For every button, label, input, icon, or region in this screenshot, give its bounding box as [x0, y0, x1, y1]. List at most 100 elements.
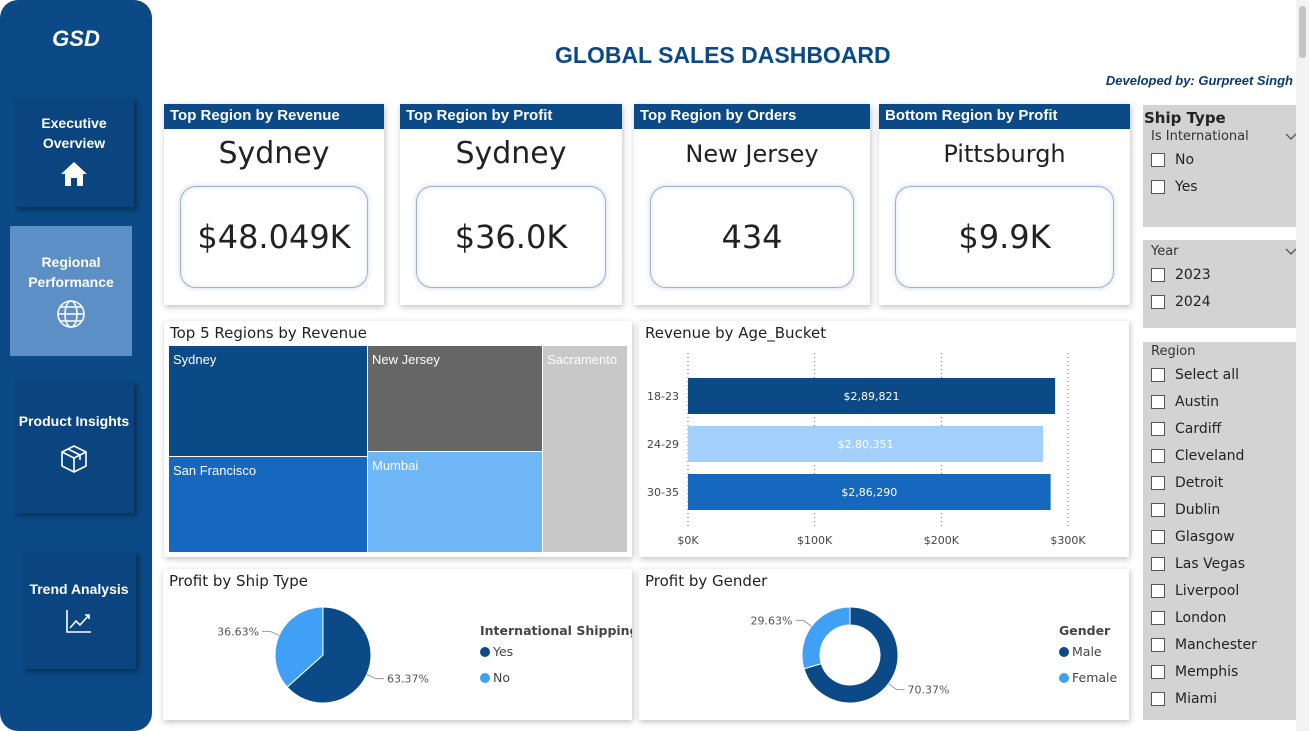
leader-line: [366, 674, 384, 680]
pie-chart: 63.37% 36.63% International Shipping Yes No: [217, 606, 632, 704]
kpi-card-bottom-profit: Bottom Region by Profit Pittsburgh $9.9K: [879, 104, 1130, 305]
page-scrollbar-track: [1296, 0, 1309, 731]
slicer-option-select-all[interactable]: Select all: [1143, 361, 1305, 388]
treemap-tile-label: Sydney: [173, 352, 217, 367]
slicer-option-2023[interactable]: 2023: [1143, 261, 1305, 288]
page-scrollbar-thumb[interactable]: [1299, 6, 1306, 58]
legend-title: Gender: [1059, 623, 1111, 638]
legend-marker: [1059, 647, 1069, 657]
dashboard-root: GSD Executive Overview Regional Performa…: [0, 0, 1309, 731]
kpi-value: 434: [650, 186, 854, 288]
slice-data-label: 29.63%: [751, 614, 793, 627]
bar-data-label: $2,80,351: [838, 438, 894, 451]
y-tick-label: 18-23: [647, 390, 679, 403]
checkbox[interactable]: [1151, 367, 1165, 382]
kpi-title: Bottom Region by Profit: [879, 104, 1130, 129]
slicer-field-header[interactable]: Year: [1143, 240, 1305, 261]
slice-female: [801, 606, 851, 670]
slicer-option-2024[interactable]: 2024: [1143, 288, 1305, 315]
kpi-card-top-revenue: Top Region by Revenue Sydney $48.049K: [164, 104, 384, 305]
nav-label: Executive: [41, 115, 107, 131]
slicer-option-las-vegas[interactable]: Las Vegas: [1143, 550, 1305, 577]
option-label: Austin: [1175, 393, 1219, 410]
nav-regional-performance[interactable]: Regional Performance: [10, 226, 132, 356]
slicer-option-london[interactable]: London: [1143, 604, 1305, 631]
checkbox[interactable]: [1151, 448, 1165, 463]
checkbox[interactable]: [1151, 664, 1165, 679]
nav-trend-analysis[interactable]: Trend Analysis: [22, 551, 136, 669]
x-tick-label: $200K: [924, 534, 960, 547]
treemap-title: Top 5 Regions by Revenue: [170, 324, 367, 342]
slicer-option-no[interactable]: No: [1143, 146, 1305, 173]
option-label: Manchester: [1175, 636, 1257, 653]
slicer-option-detroit[interactable]: Detroit: [1143, 469, 1305, 496]
kpi-region: New Jersey: [685, 140, 819, 168]
treemap-tile-mumbai[interactable]: Mumbai: [368, 452, 542, 552]
checkbox[interactable]: [1151, 691, 1165, 706]
kpi-title: Top Region by Profit: [400, 104, 622, 129]
kpi-value: $48.049K: [180, 186, 368, 288]
checkbox[interactable]: [1151, 267, 1165, 282]
x-tick-label: $0K: [677, 534, 699, 547]
checkbox[interactable]: [1151, 475, 1165, 490]
nav-product-insights[interactable]: Product Insights: [14, 381, 134, 513]
checkbox[interactable]: [1151, 583, 1165, 598]
option-label: Las Vegas: [1175, 555, 1245, 572]
slicer-option-austin[interactable]: Austin: [1143, 388, 1305, 415]
treemap-panel: Top 5 Regions by Revenue Sydney San Franc…: [164, 321, 632, 557]
treemap-body: Sydney San Francisco New Jersey Mumbai Sacra…: [169, 346, 627, 552]
slice-data-label: 63.37%: [387, 673, 429, 686]
treemap-tile-sydney[interactable]: Sydney: [169, 346, 367, 456]
option-label: Cardiff: [1175, 420, 1222, 437]
leader-line: [262, 630, 280, 636]
treemap-tile-new-jersey[interactable]: New Jersey: [368, 346, 542, 451]
trend-icon: [66, 610, 91, 633]
slicer-option-cardiff[interactable]: Cardiff: [1143, 415, 1305, 442]
checkbox[interactable]: [1151, 152, 1165, 167]
checkbox[interactable]: [1151, 294, 1165, 309]
checkbox[interactable]: [1151, 179, 1165, 194]
nav-executive-overview[interactable]: Executive Overview: [14, 97, 134, 207]
legend-title: International Shipping: [480, 623, 632, 638]
x-tick-label: $300K: [1050, 534, 1086, 547]
slicer-option-liverpool[interactable]: Liverpool: [1143, 577, 1305, 604]
donut-chart: 70.37% 29.63% Gender Male Female: [751, 606, 1118, 704]
slicer-option-memphis[interactable]: Memphis: [1143, 658, 1305, 685]
slicer-option-glasgow[interactable]: Glasgow: [1143, 523, 1305, 550]
option-label: 2024: [1175, 293, 1211, 310]
legend-marker: [480, 673, 490, 683]
treemap-tile-label: Sacramento: [547, 352, 618, 367]
kpi-region: Sydney: [455, 136, 567, 171]
legend-label: No: [493, 670, 510, 685]
checkbox[interactable]: [1151, 637, 1165, 652]
slicer-option-yes[interactable]: Yes: [1143, 173, 1305, 200]
slicer-option-miami[interactable]: Miami: [1143, 685, 1305, 712]
checkbox[interactable]: [1151, 421, 1165, 436]
legend-label: Yes: [492, 644, 513, 659]
slicer-field-header[interactable]: Is International: [1143, 127, 1305, 146]
slicer-option-cleveland[interactable]: Cleveland: [1143, 442, 1305, 469]
kpi-region: Pittsburgh: [943, 140, 1066, 168]
checkbox[interactable]: [1151, 556, 1165, 571]
y-tick-label: 30-35: [647, 486, 679, 499]
checkbox[interactable]: [1151, 529, 1165, 544]
slicer-option-dublin[interactable]: Dublin: [1143, 496, 1305, 523]
kpi-title: Top Region by Revenue: [164, 104, 384, 129]
treemap-tile-sacramento[interactable]: Sacramento: [543, 346, 627, 552]
region-option-list: Select all Austin Cardiff Cleveland Detroit D…: [1143, 361, 1305, 712]
legend-label: Female: [1072, 670, 1118, 685]
treemap-tile-san-francisco[interactable]: San Francisco: [169, 457, 367, 552]
kpi-value: $36.0K: [416, 186, 606, 288]
kpi-region: Sydney: [218, 136, 330, 171]
legend-marker: [1059, 673, 1069, 683]
slicer-option-manchester[interactable]: Manchester: [1143, 631, 1305, 658]
bar-data-label: $2,86,290: [841, 486, 897, 499]
option-label: 2023: [1175, 266, 1211, 283]
checkbox[interactable]: [1151, 394, 1165, 409]
checkbox[interactable]: [1151, 502, 1165, 517]
y-tick-label: 24-29: [647, 438, 679, 451]
checkbox[interactable]: [1151, 610, 1165, 625]
kpi-value: $9.9K: [895, 186, 1114, 288]
bar-data-label: $2,89,821: [844, 390, 900, 403]
option-label: No: [1175, 151, 1195, 168]
